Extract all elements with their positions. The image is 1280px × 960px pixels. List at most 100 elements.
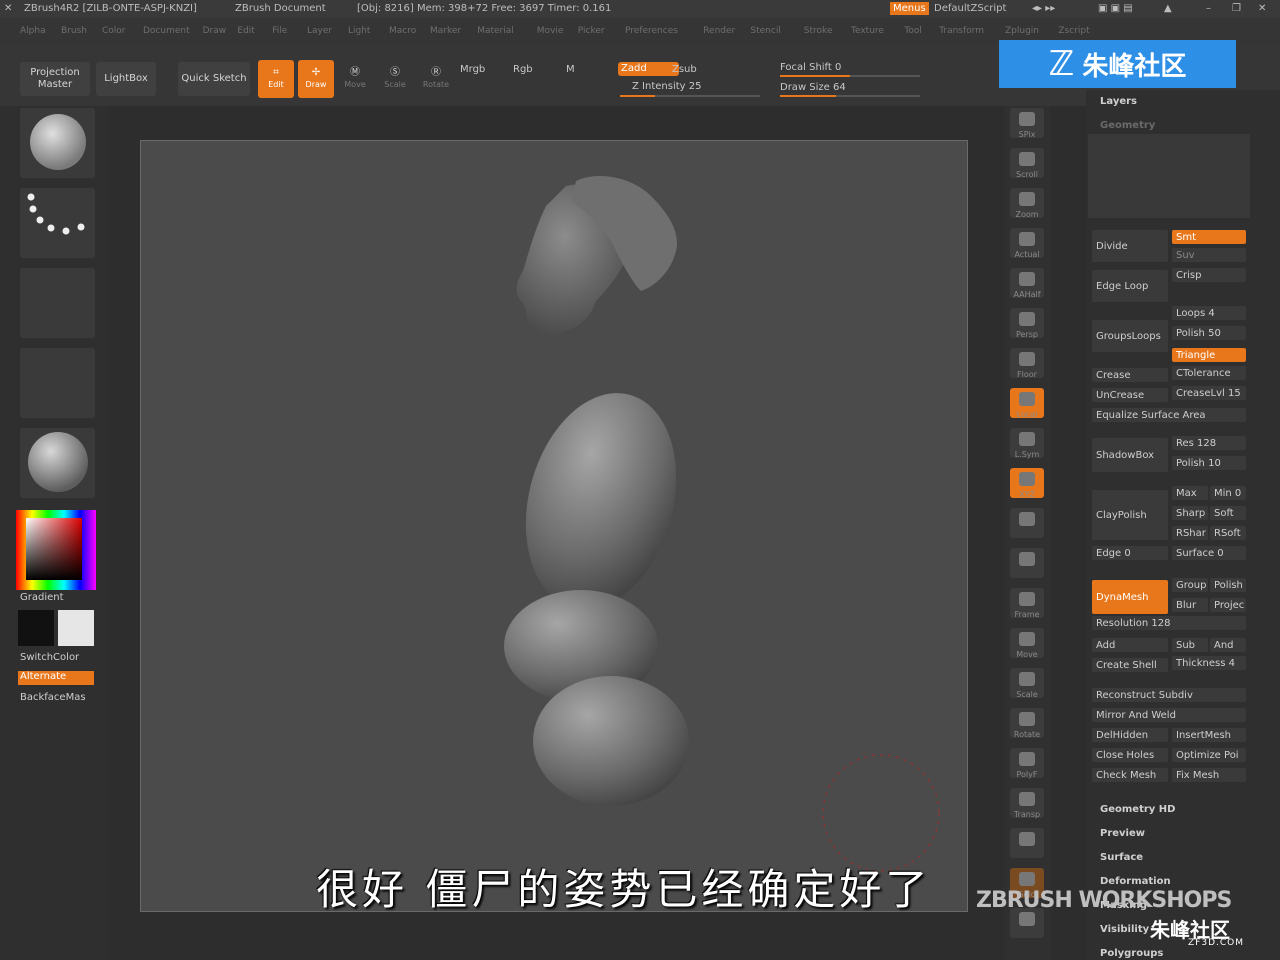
projection-master-button[interactable]: Projection Master — [20, 62, 90, 96]
draw-size-slider[interactable] — [780, 95, 920, 97]
equalize-surface-area-button[interactable]: Equalize Surface Area — [1092, 408, 1246, 422]
geometry-hd-section[interactable]: Geometry HD — [1100, 804, 1175, 815]
fix-mesh-button[interactable]: Fix Mesh — [1172, 768, 1246, 782]
surface-slider[interactable]: Surface 0 — [1172, 546, 1246, 560]
switchcolor-button[interactable]: SwitchColor — [20, 652, 79, 663]
menu-item-zplugin[interactable]: Zplugin — [1005, 26, 1039, 36]
draw-button[interactable]: ✢ Draw — [298, 60, 334, 98]
menu-item-zscript[interactable]: Zscript — [1058, 26, 1089, 36]
mrgb-button[interactable]: Mrgb — [460, 64, 485, 75]
menu-item-brush[interactable]: Brush — [61, 26, 87, 36]
delhidden-button[interactable]: DelHidden — [1092, 728, 1168, 742]
window-tools-icon[interactable]: ▣ ▣ ▤ — [1098, 3, 1133, 14]
create-shell-button[interactable]: Create Shell — [1092, 658, 1168, 672]
alternate-button[interactable]: Alternate — [18, 671, 94, 685]
thickness-slider[interactable]: Thickness 4 — [1172, 656, 1246, 670]
smt-toggle[interactable]: Smt — [1172, 230, 1246, 244]
menu-item-edit[interactable]: Edit — [237, 26, 254, 36]
preview-section[interactable]: Preview — [1100, 828, 1145, 839]
texture-thumbnail[interactable] — [20, 348, 95, 418]
menus-button[interactable]: Menus — [890, 2, 929, 15]
shelf-button-blank-11[interactable] — [1010, 548, 1044, 578]
primary-color-swatch[interactable] — [18, 610, 54, 646]
nav-arrows-icon[interactable]: ◂▸ ▸▸ — [1032, 3, 1055, 14]
menu-item-draw[interactable]: Draw — [203, 26, 227, 36]
creaselvl-slider[interactable]: CreaseLvl 15 — [1172, 386, 1246, 400]
rsharp-slider[interactable]: RShar — [1172, 526, 1208, 540]
lock-icon[interactable]: ▲ — [1164, 3, 1172, 14]
stroke-thumbnail[interactable] — [20, 188, 95, 258]
restore-icon[interactable]: ❐ — [1232, 3, 1241, 14]
minimize-icon[interactable]: – — [1206, 3, 1211, 14]
zsub-button[interactable]: Zsub — [672, 64, 697, 75]
alpha-thumbnail[interactable] — [20, 268, 95, 338]
shelf-button-blank-10[interactable] — [1010, 508, 1044, 538]
dynamesh-button[interactable]: DynaMesh — [1092, 580, 1168, 614]
polish-slider[interactable]: Polish 50 — [1172, 326, 1246, 340]
menu-item-light[interactable]: Light — [348, 26, 370, 36]
color-picker[interactable] — [16, 510, 96, 590]
shadowbox-button[interactable]: ShadowBox — [1092, 438, 1168, 472]
res-slider[interactable]: Res 128 — [1172, 436, 1246, 450]
project-toggle[interactable]: Projec — [1210, 598, 1246, 612]
menu-item-movie[interactable]: Movie — [537, 26, 564, 36]
sub-button[interactable]: Sub — [1172, 638, 1208, 652]
rgb-button[interactable]: Rgb — [513, 64, 533, 75]
max-slider[interactable]: Max — [1172, 486, 1208, 500]
backfacemask-button[interactable]: BackfaceMas — [20, 692, 86, 703]
polygroups-section[interactable]: Polygroups — [1100, 948, 1163, 959]
edge-loop-button[interactable]: Edge Loop — [1092, 270, 1168, 302]
scale-button[interactable]: Ⓢ Scale — [378, 60, 412, 98]
canvas-viewport[interactable] — [140, 140, 968, 912]
groupsloops-button[interactable]: GroupsLoops — [1092, 320, 1168, 352]
menu-item-file[interactable]: File — [272, 26, 287, 36]
menu-item-macro[interactable]: Macro — [389, 26, 416, 36]
menu-item-alpha[interactable]: Alpha — [20, 26, 46, 36]
menu-item-material[interactable]: Material — [477, 26, 514, 36]
secondary-color-swatch[interactable] — [58, 610, 94, 646]
polish-toggle[interactable]: Polish — [1210, 578, 1246, 592]
optimize-points-button[interactable]: Optimize Poi — [1172, 748, 1246, 762]
script-button[interactable]: DefaultZScript — [934, 3, 1006, 14]
shelf-button-blank-18[interactable] — [1010, 828, 1044, 858]
triangle-toggle[interactable]: Triangle — [1172, 348, 1246, 362]
sharp-slider[interactable]: Sharp — [1172, 506, 1208, 520]
check-mesh-button[interactable]: Check Mesh — [1092, 768, 1168, 782]
resolution-slider[interactable]: Resolution 128 — [1092, 616, 1246, 630]
polish10-slider[interactable]: Polish 10 — [1172, 456, 1246, 470]
m-button[interactable]: M — [566, 64, 575, 75]
layers-section[interactable]: Layers — [1100, 96, 1137, 107]
menu-item-render[interactable]: Render — [703, 26, 735, 36]
close-icon[interactable]: ✕ — [1258, 3, 1266, 14]
surface-section[interactable]: Surface — [1100, 852, 1143, 863]
loops-slider[interactable]: Loops 4 — [1172, 306, 1246, 320]
menu-item-stencil[interactable]: Stencil — [750, 26, 780, 36]
uncrease-button[interactable]: UnCrease — [1092, 388, 1168, 402]
edge-slider[interactable]: Edge 0 — [1092, 546, 1168, 560]
zadd-button[interactable]: Zadd — [618, 62, 679, 76]
brush-thumbnail[interactable] — [20, 108, 95, 178]
edit-button[interactable]: ⌗ Edit — [258, 60, 294, 98]
mirror-and-weld-button[interactable]: Mirror And Weld — [1092, 708, 1246, 722]
geometry-section[interactable]: Geometry — [1100, 120, 1155, 131]
reconstruct-subdiv-button[interactable]: Reconstruct Subdiv — [1092, 688, 1246, 702]
min-slider[interactable]: Min 0 — [1210, 486, 1246, 500]
color-square[interactable] — [26, 518, 82, 580]
menu-item-color[interactable]: Color — [102, 26, 126, 36]
lightbox-button[interactable]: LightBox — [96, 62, 156, 96]
menu-item-preferences[interactable]: Preferences — [625, 26, 678, 36]
menu-item-tool[interactable]: Tool — [904, 26, 921, 36]
soft-slider[interactable]: Soft — [1210, 506, 1246, 520]
gradient-label[interactable]: Gradient — [20, 592, 64, 603]
zombie-model[interactable] — [141, 141, 967, 911]
group-toggle[interactable]: Group — [1172, 578, 1208, 592]
material-thumbnail[interactable] — [20, 428, 95, 498]
and-button[interactable]: And — [1210, 638, 1246, 652]
quick-sketch-button[interactable]: Quick Sketch — [178, 62, 250, 96]
claypolish-button[interactable]: ClayPolish — [1092, 490, 1168, 540]
rotate-button[interactable]: Ⓡ Rotate — [418, 60, 454, 98]
ctolerance-slider[interactable]: CTolerance — [1172, 366, 1246, 380]
crisp-toggle[interactable]: Crisp — [1172, 268, 1246, 282]
menu-item-layer[interactable]: Layer — [307, 26, 332, 36]
crease-button[interactable]: Crease — [1092, 368, 1168, 382]
